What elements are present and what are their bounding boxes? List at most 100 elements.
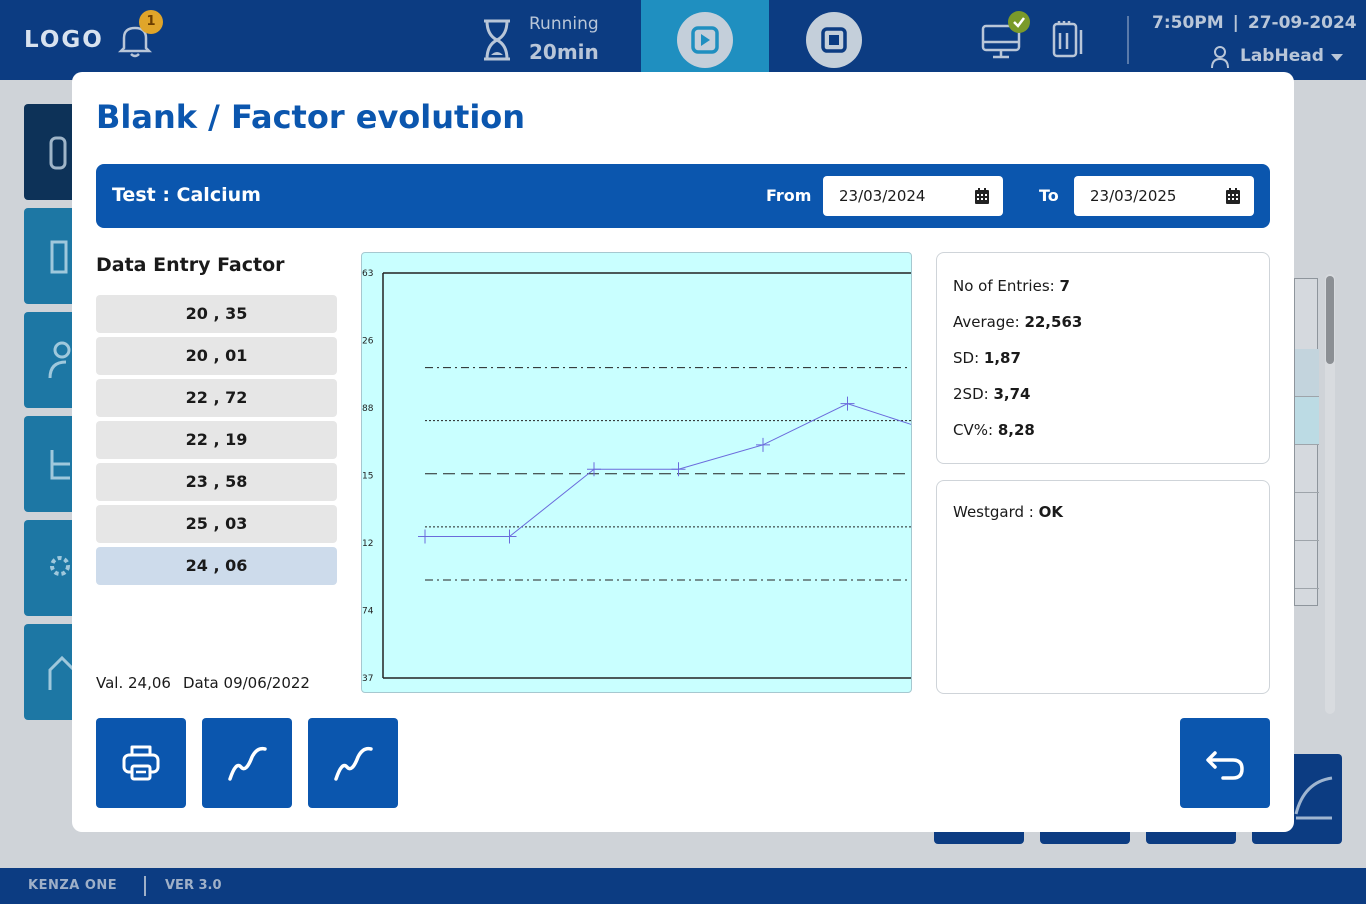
data-point-marker <box>756 437 770 452</box>
chart-compare-button[interactable] <box>308 718 398 808</box>
sidebar-button-patients[interactable] <box>24 312 72 408</box>
table-row <box>1295 445 1319 493</box>
back-arrow-icon <box>1206 751 1244 780</box>
westgard-panel: Westgard : OK <box>936 480 1270 694</box>
y-tick-label: 88 <box>362 404 374 414</box>
stat-value: 3,74 <box>993 385 1031 403</box>
y-tick-label: 12 <box>362 539 373 549</box>
stat-entries: No of Entries: 7 <box>953 277 1070 295</box>
stat-cv: CV%: 8,28 <box>953 421 1035 439</box>
y-tick-label: 37 <box>362 674 373 684</box>
stats-panel: No of Entries: 7 Average: 22,563 SD: 1,8… <box>936 252 1270 464</box>
sidebar-button-tests[interactable] <box>24 104 72 200</box>
app-logo: LOGO <box>24 27 104 53</box>
run-time: 20min <box>529 40 599 64</box>
background-table <box>1294 278 1319 606</box>
chevron-down-icon[interactable] <box>1331 54 1343 61</box>
stat-label: 2SD: <box>953 385 989 403</box>
selected-data: Data 09/06/2022 <box>182 674 310 692</box>
chart-line-icon <box>334 746 373 781</box>
stat-label: SD: <box>953 349 980 367</box>
filter-bar: Test : Calcium From 23/03/2024 To 23/03/… <box>96 164 1270 228</box>
background-scrollbar[interactable] <box>1325 274 1335 714</box>
stat-sd: SD: 1,87 <box>953 349 1021 367</box>
entry-item[interactable]: 22 , 19 <box>96 421 337 459</box>
entry-item[interactable]: 25 , 03 <box>96 505 337 543</box>
hourglass-icon <box>484 19 510 61</box>
entry-item[interactable]: 22 , 72 <box>96 379 337 417</box>
time-text: 7:50PM <box>1152 13 1224 33</box>
printer-icon <box>122 745 160 781</box>
westgard-label: Westgard : <box>953 503 1034 521</box>
entry-item-selected[interactable]: 24 , 06 <box>96 547 337 585</box>
print-button[interactable] <box>96 718 186 808</box>
dialog-title: Blank / Factor evolution <box>96 98 526 136</box>
westgard-status: Westgard : OK <box>953 503 1063 521</box>
entry-item[interactable]: 23 , 58 <box>96 463 337 501</box>
y-tick-label: 15 <box>362 472 373 482</box>
play-area <box>641 0 769 80</box>
chart-view-button[interactable] <box>202 718 292 808</box>
from-date-field[interactable]: 23/03/2024 <box>823 176 1003 216</box>
sidebar-button-settings[interactable] <box>24 520 72 616</box>
stat-value: 7 <box>1059 277 1070 295</box>
run-status: Running <box>529 14 599 34</box>
stat-value: 1,87 <box>983 349 1021 367</box>
chart-svg: 63 26 88 15 12 74 37 <box>362 269 911 684</box>
stat-average: Average: 22,563 <box>953 313 1082 331</box>
check-icon <box>1013 17 1025 28</box>
table-row <box>1295 349 1319 397</box>
chart-line-icon <box>228 746 267 781</box>
notification-badge: 1 <box>139 10 163 34</box>
footer-separator <box>144 876 146 896</box>
sidebar-button-documents[interactable] <box>24 208 72 304</box>
entry-item[interactable]: 20 , 35 <box>96 295 337 333</box>
sidebar-button-results[interactable] <box>24 416 72 512</box>
version-label: VER 3.0 <box>165 878 222 893</box>
calendar-icon[interactable] <box>1226 188 1240 204</box>
check-badge <box>1008 11 1030 33</box>
calendar-icon[interactable] <box>975 188 989 204</box>
play-button[interactable] <box>677 12 733 68</box>
gear-icon <box>50 556 70 576</box>
sidebar-button-home[interactable] <box>24 624 72 720</box>
user-icon <box>1211 46 1229 69</box>
scrollbar-thumb[interactable] <box>1326 276 1334 364</box>
brand-logo: KENZA ONE <box>28 878 118 893</box>
selected-value: Val. 24,06 <box>96 674 171 692</box>
entries-title: Data Entry Factor <box>96 254 285 276</box>
data-point-marker <box>418 529 432 544</box>
westgard-value: OK <box>1038 503 1063 521</box>
header-separator <box>1127 16 1129 64</box>
stat-label: Average: <box>953 313 1020 331</box>
stat-2sd: 2SD: 3,74 <box>953 385 1030 403</box>
stop-icon <box>821 27 847 53</box>
selected-entry-info: Val. 24,06 Data 09/06/2022 <box>96 674 310 692</box>
y-tick-label: 26 <box>362 337 374 347</box>
from-label: From <box>766 186 812 205</box>
factor-chart: 63 26 88 15 12 74 37 <box>361 252 912 693</box>
stop-button[interactable] <box>806 12 862 68</box>
entry-item[interactable]: 20 , 01 <box>96 337 337 375</box>
data-point-marker <box>840 396 855 411</box>
time-date-separator: | <box>1232 13 1239 33</box>
to-date-value: 23/03/2025 <box>1090 187 1177 205</box>
footer: KENZA ONE VER 3.0 <box>0 868 1366 904</box>
to-date-field[interactable]: 23/03/2025 <box>1074 176 1254 216</box>
user-name[interactable]: LabHead <box>1240 46 1324 66</box>
top-bar: LOGO 1 Running 20min 7:50PM | 27-09-2024… <box>0 0 1366 80</box>
data-point-marker <box>502 529 517 544</box>
from-date-value: 23/03/2024 <box>839 187 926 205</box>
home-icon <box>48 655 72 690</box>
y-tick-label: 63 <box>362 269 373 279</box>
table-row <box>1295 493 1319 541</box>
series-line <box>425 403 911 538</box>
back-button[interactable] <box>1180 718 1270 808</box>
tube-icon <box>49 136 67 170</box>
to-label: To <box>1039 186 1059 205</box>
table-row <box>1295 397 1319 445</box>
table-row <box>1295 541 1319 589</box>
clipboard-icon[interactable] <box>1050 20 1088 60</box>
stat-value: 8,28 <box>997 421 1035 439</box>
y-tick-label: 74 <box>362 607 374 617</box>
